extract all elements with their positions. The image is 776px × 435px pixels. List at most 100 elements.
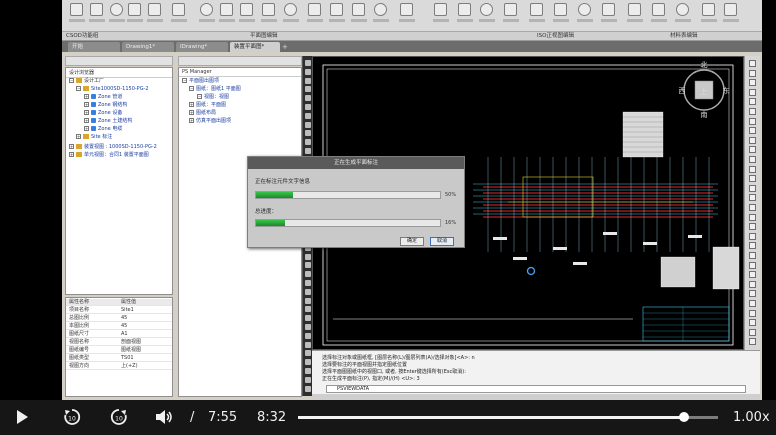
tab-idrawing[interactable]: IDrawing* bbox=[176, 42, 228, 52]
ribbon-tool-icon[interactable] bbox=[128, 3, 141, 16]
props-row[interactable]: 项目名称 Site1 bbox=[66, 307, 172, 314]
draw-tool-icon[interactable] bbox=[305, 341, 311, 348]
draw-tool-icon[interactable] bbox=[305, 324, 311, 330]
new-tab-icon[interactable]: + bbox=[282, 42, 288, 52]
draw-tool-icon[interactable] bbox=[305, 288, 311, 295]
tree-node[interactable]: + 图纸：平面图 bbox=[189, 102, 226, 108]
view-tool-icon[interactable] bbox=[749, 223, 756, 231]
draw-tool-icon[interactable] bbox=[305, 86, 311, 93]
view-tool-icon[interactable] bbox=[749, 175, 756, 183]
seek-handle[interactable] bbox=[679, 412, 690, 422]
draw-tool-icon[interactable] bbox=[305, 297, 311, 304]
ribbon-tool-icon[interactable] bbox=[70, 3, 83, 16]
collapse-icon[interactable]: − bbox=[76, 86, 81, 91]
tab-plant-layout[interactable]: 装置平面图* bbox=[230, 42, 280, 52]
tree-node[interactable]: + Zone 钢结构 bbox=[84, 102, 127, 108]
ribbon-tool-icon[interactable] bbox=[652, 3, 665, 16]
view-tool-icon[interactable] bbox=[749, 290, 756, 298]
view-tool-icon[interactable] bbox=[749, 146, 756, 154]
tree-node[interactable]: + Zone 设备 bbox=[84, 110, 122, 116]
ribbon-tool-icon[interactable] bbox=[220, 3, 233, 16]
draw-tool-icon[interactable] bbox=[305, 60, 311, 66]
view-tool-icon[interactable] bbox=[749, 309, 756, 317]
draw-tool-icon[interactable] bbox=[305, 359, 311, 366]
ribbon-tool-icon[interactable] bbox=[352, 3, 365, 16]
view-tool-icon[interactable] bbox=[749, 213, 756, 221]
tree-node[interactable]: − Site1000SD-1150-PG-2 bbox=[76, 86, 149, 92]
expand-icon[interactable]: + bbox=[189, 110, 194, 115]
ribbon-tool-icon[interactable] bbox=[172, 3, 185, 16]
ribbon-tool-icon[interactable] bbox=[90, 3, 103, 16]
tree-node[interactable]: + Zone 管道 bbox=[84, 94, 122, 100]
view-tool-icon[interactable] bbox=[749, 194, 756, 202]
ribbon-tool-icon[interactable] bbox=[504, 3, 517, 16]
ribbon-tool-icon[interactable] bbox=[284, 3, 297, 16]
view-tool-icon[interactable] bbox=[749, 232, 756, 240]
draw-tool-icon[interactable] bbox=[305, 95, 311, 102]
draw-tool-icon[interactable] bbox=[305, 77, 311, 84]
tree-node[interactable]: + 单元视图：合同1 装置平面图 bbox=[69, 152, 149, 158]
props-row[interactable]: 视图名称 剖面视图 bbox=[66, 339, 172, 346]
view-tool-icon[interactable] bbox=[749, 69, 756, 77]
view-tool-icon[interactable] bbox=[749, 79, 756, 87]
draw-tool-icon[interactable] bbox=[305, 376, 311, 383]
view-tool-icon[interactable] bbox=[749, 156, 756, 163]
draw-tool-icon[interactable] bbox=[305, 104, 311, 110]
tree-node[interactable]: − 视图：视图 bbox=[197, 94, 229, 100]
volume-icon[interactable] bbox=[154, 408, 174, 426]
ribbon-tool-icon[interactable] bbox=[400, 3, 413, 16]
ribbon-tool-icon[interactable] bbox=[724, 3, 737, 16]
ribbon-tool-icon[interactable] bbox=[262, 3, 275, 16]
view-tool-icon[interactable] bbox=[749, 108, 756, 115]
view-tool-icon[interactable] bbox=[749, 252, 756, 259]
playback-speed-button[interactable]: 1.00x bbox=[733, 410, 770, 425]
view-tool-icon[interactable] bbox=[749, 300, 756, 307]
ribbon-tool-icon[interactable] bbox=[530, 3, 543, 16]
tree-node[interactable]: + 装置视图 : 1000SD-1150-PG-2 bbox=[69, 144, 157, 150]
draw-tool-icon[interactable] bbox=[305, 315, 311, 322]
view-tool-icon[interactable] bbox=[749, 242, 756, 250]
command-input[interactable]: PSVIEWDATA bbox=[326, 385, 746, 393]
tree-node[interactable]: + Site 标注 bbox=[76, 134, 112, 140]
expand-icon[interactable]: + bbox=[189, 102, 194, 107]
ribbon-tool-icon[interactable] bbox=[602, 3, 615, 16]
expand-icon[interactable]: + bbox=[84, 102, 89, 107]
tree-node[interactable]: + Zone 电缆 bbox=[84, 126, 122, 132]
expand-icon[interactable]: + bbox=[84, 126, 89, 131]
tree-node[interactable]: + 仿真平面出图项 bbox=[189, 118, 231, 124]
props-row[interactable]: 总图比例 45 bbox=[66, 315, 172, 322]
tree-node[interactable]: + 图纸布局 bbox=[189, 110, 216, 116]
view-tool-icon[interactable] bbox=[749, 319, 756, 327]
ribbon-tool-icon[interactable] bbox=[702, 3, 715, 16]
collapse-icon[interactable]: − bbox=[189, 86, 194, 91]
view-tool-icon[interactable] bbox=[749, 117, 756, 125]
draw-tool-icon[interactable] bbox=[305, 368, 311, 374]
draw-tool-icon[interactable] bbox=[305, 121, 311, 128]
expand-icon[interactable]: + bbox=[84, 118, 89, 123]
seek-bar[interactable] bbox=[298, 412, 718, 422]
draw-tool-icon[interactable] bbox=[305, 68, 311, 75]
view-tool-icon[interactable] bbox=[749, 88, 756, 96]
view-tool-icon[interactable] bbox=[749, 136, 756, 144]
draw-tool-icon[interactable] bbox=[305, 148, 311, 154]
play-icon[interactable] bbox=[14, 408, 30, 426]
draw-tool-icon[interactable] bbox=[305, 306, 311, 313]
tree-node[interactable]: − 设计工厂 bbox=[69, 78, 104, 84]
expand-icon[interactable]: + bbox=[76, 134, 81, 139]
view-tool-icon[interactable] bbox=[749, 127, 756, 135]
ribbon-tool-icon[interactable] bbox=[578, 3, 591, 16]
draw-tool-icon[interactable] bbox=[305, 271, 311, 278]
view-tool-icon[interactable] bbox=[749, 98, 756, 106]
rewind-10-icon[interactable]: 10 bbox=[62, 407, 82, 427]
expand-icon[interactable]: + bbox=[84, 110, 89, 115]
props-row[interactable]: 图纸尺寸 A1 bbox=[66, 331, 172, 338]
view-tool-icon[interactable] bbox=[749, 280, 756, 288]
ribbon-tool-icon[interactable] bbox=[676, 3, 689, 16]
tab-start[interactable]: 开始 bbox=[68, 42, 120, 52]
draw-tool-icon[interactable] bbox=[305, 139, 311, 146]
tab-drawing1[interactable]: Drawing1* bbox=[122, 42, 174, 52]
expand-icon[interactable]: + bbox=[69, 152, 74, 157]
cancel-button[interactable]: 取消 bbox=[430, 237, 454, 246]
draw-tool-icon[interactable] bbox=[305, 262, 311, 269]
ribbon-tool-icon[interactable] bbox=[200, 3, 213, 16]
